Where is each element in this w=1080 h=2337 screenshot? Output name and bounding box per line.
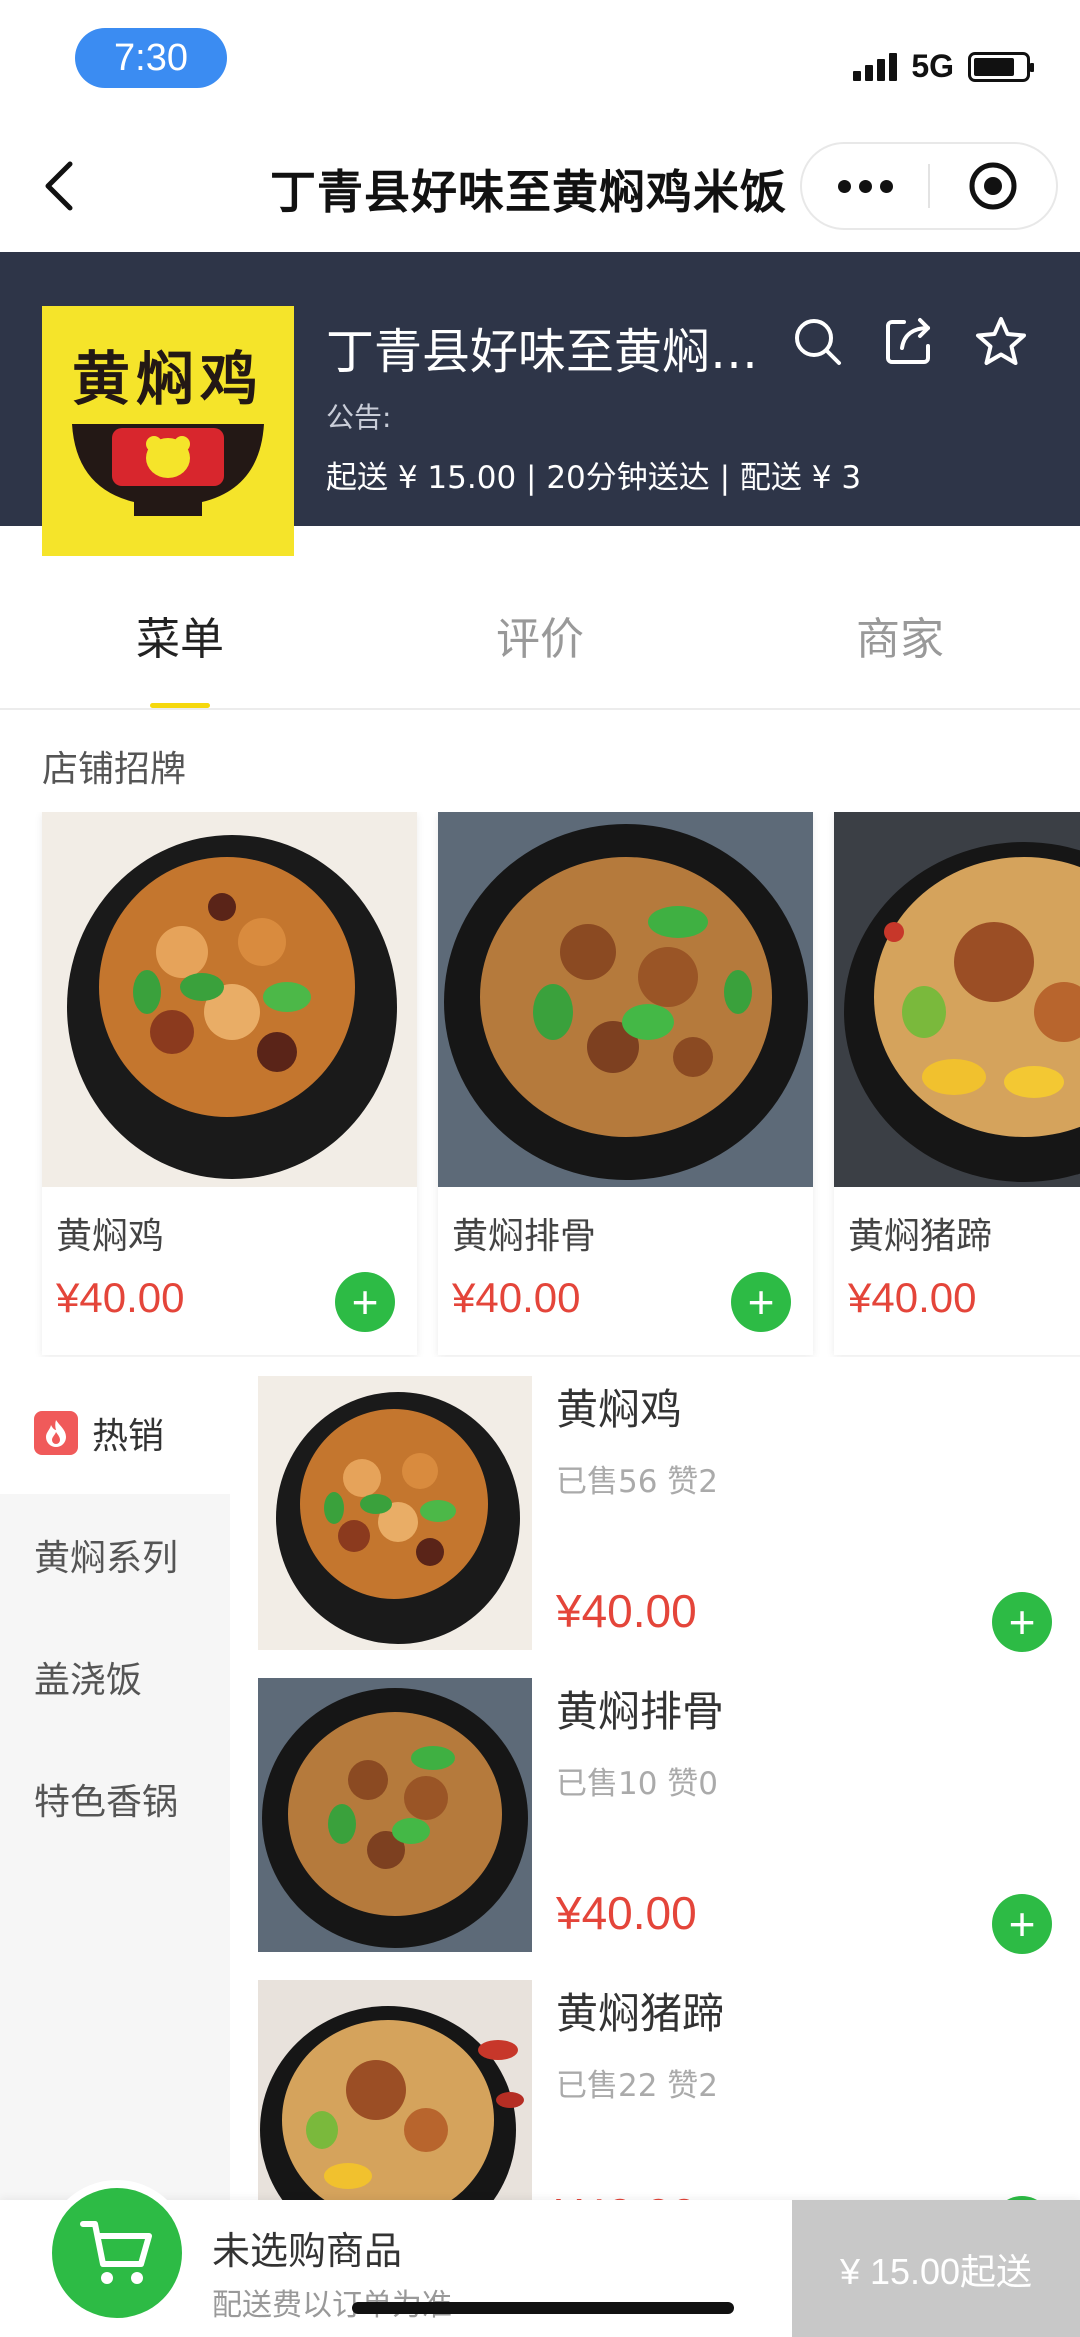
product-name: 黄焖鸡: [556, 1385, 683, 1434]
more-button[interactable]: [802, 144, 928, 228]
more-dots-icon: [837, 179, 851, 193]
product-item[interactable]: 黄焖鸡 已售56 赞2 ¥40.00 +: [230, 1372, 1080, 1674]
sidebar-item-label: 特色香锅: [34, 1782, 179, 1823]
checkout-button[interactable]: ¥ 15.00起送: [792, 2200, 1080, 2337]
add-to-cart-button[interactable]: +: [992, 1894, 1052, 1954]
product-price: ¥40.00: [556, 1887, 697, 1939]
dish-photo: [834, 812, 1080, 1187]
mini-program-capsule: [800, 142, 1058, 230]
flame-icon: [34, 1411, 78, 1455]
product-list[interactable]: 黄焖鸡 已售56 赞2 ¥40.00 + 黄焖排骨 已售10 赞0 ¥40.00…: [230, 1372, 1080, 2202]
featured-name: 黄焖排骨: [452, 1216, 597, 1257]
featured-price: ¥40.00: [452, 1274, 581, 1321]
tab-menu[interactable]: 菜单: [0, 560, 360, 710]
product-item[interactable]: 黄焖排骨 已售10 赞0 ¥40.00 +: [230, 1674, 1080, 1976]
network-type: 5G: [911, 48, 954, 84]
shop-notice: 公告:: [326, 401, 392, 434]
plus-icon: +: [1008, 1898, 1036, 1950]
status-time: 7:30: [75, 28, 227, 88]
sidebar-item-label: 热销: [92, 1416, 165, 1457]
product-thumbnail: [258, 1678, 532, 1952]
product-thumbnail: [258, 1376, 532, 1650]
shop-logo: 黄焖鸡: [42, 306, 294, 556]
share-icon[interactable]: [882, 314, 936, 368]
status-bar: 7:30 5G: [0, 0, 1080, 120]
featured-card[interactable]: 黄焖猪蹄 ¥40.00: [834, 812, 1080, 1355]
featured-price: ¥40.00: [848, 1274, 977, 1321]
sidebar-item-series[interactable]: 黄焖系列: [0, 1494, 230, 1616]
plus-icon: +: [747, 1276, 775, 1328]
logo-text: 黄焖鸡: [71, 345, 264, 413]
search-icon[interactable]: [790, 314, 844, 368]
product-sales: 已售56 赞2: [556, 1464, 719, 1500]
cart-icon: [80, 2221, 152, 2284]
product-item[interactable]: 黄焖猪蹄 已售22 赞2 ¥40.00 +: [230, 1976, 1080, 2202]
featured-section-title: 店铺招牌: [42, 749, 187, 790]
signal-icon: [853, 52, 898, 81]
shop-name: 丁青县好味至黄焖鸡米饭: [326, 324, 776, 380]
featured-card[interactable]: 黄焖排骨 ¥40.00 +: [438, 812, 813, 1355]
home-indicator: [352, 2302, 734, 2314]
featured-carousel[interactable]: 黄焖鸡 ¥40.00 + 黄焖排骨 ¥40.00 + 黄焖猪蹄 ¥40.00: [0, 812, 1080, 1357]
product-name: 黄焖排骨: [556, 1687, 725, 1736]
delivery-info: 起送 ¥ 15.00 | 20分钟送达 | 配送 ¥ 3: [326, 460, 862, 496]
status-right: 5G: [853, 48, 1034, 85]
add-to-cart-button[interactable]: +: [992, 1592, 1052, 1652]
shop-actions: [790, 314, 1028, 368]
product-name: 黄焖猪蹄: [556, 1989, 725, 2038]
tab-bar: 菜单 评价 商家: [0, 560, 1080, 710]
target-icon: [969, 162, 1017, 210]
plus-icon: +: [351, 1276, 379, 1328]
dish-photo: [42, 812, 417, 1187]
cart-button[interactable]: [44, 2180, 190, 2326]
dish-photo: [438, 812, 813, 1187]
star-icon[interactable]: [974, 314, 1028, 368]
plus-icon: +: [1008, 1596, 1036, 1648]
tab-merchant[interactable]: 商家: [720, 560, 1080, 710]
product-sales: 已售22 赞2: [556, 2068, 719, 2104]
featured-name: 黄焖猪蹄: [848, 1216, 993, 1257]
featured-name: 黄焖鸡: [56, 1216, 165, 1257]
product-price: ¥40.00: [556, 1585, 697, 1637]
sidebar-item-label: 盖浇饭: [34, 1660, 143, 1701]
back-button[interactable]: [36, 158, 88, 214]
product-thumbnail: [258, 1980, 532, 2202]
sidebar-item-hotpot[interactable]: 特色香锅: [0, 1738, 230, 1860]
sidebar-item-rice[interactable]: 盖浇饭: [0, 1616, 230, 1738]
featured-price: ¥40.00: [56, 1274, 185, 1321]
cart-bar: 未选购商品 配送费以订单为准 ¥ 15.00起送: [0, 2180, 1080, 2337]
nav-bar: 丁青县好味至黄焖鸡米饭: [0, 120, 1080, 252]
add-to-cart-button[interactable]: +: [335, 1272, 395, 1332]
tab-reviews[interactable]: 评价: [360, 560, 720, 710]
battery-icon: [968, 51, 1034, 82]
category-sidebar: 热销 黄焖系列 盖浇饭 特色香锅: [0, 1372, 230, 2202]
page-title: 丁青县好味至黄焖鸡米饭: [270, 165, 787, 219]
chevron-left-icon: [45, 161, 73, 211]
add-to-cart-button[interactable]: +: [731, 1272, 791, 1332]
close-program-button[interactable]: [930, 144, 1056, 228]
featured-card[interactable]: 黄焖鸡 ¥40.00 +: [42, 812, 417, 1355]
sidebar-item-label: 黄焖系列: [34, 1538, 179, 1579]
sidebar-item-hot[interactable]: 热销: [0, 1372, 230, 1494]
product-sales: 已售10 赞0: [556, 1766, 719, 1802]
cart-status: 未选购商品: [212, 2229, 403, 2273]
